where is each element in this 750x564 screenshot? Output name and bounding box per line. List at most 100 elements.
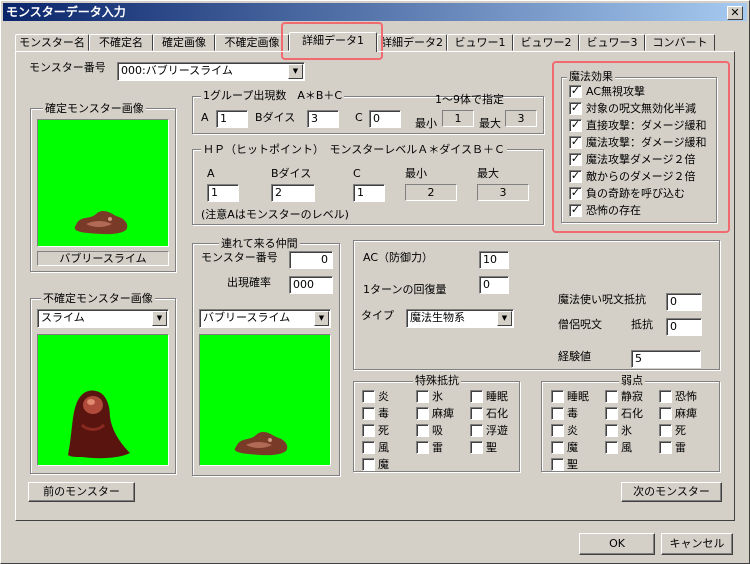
exp-input[interactable]: 5 bbox=[631, 350, 701, 368]
monster-number-label: モンスター番号 bbox=[29, 61, 106, 74]
hp-note: (注意Aはモンスターのレベル) bbox=[201, 208, 349, 221]
type-select[interactable]: 魔法生物系 ▼ bbox=[406, 309, 514, 328]
window-title: モンスターデータ入力 bbox=[6, 5, 126, 19]
weakness-checkbox[interactable] bbox=[659, 441, 672, 454]
weakness-checkbox[interactable] bbox=[551, 441, 564, 454]
companion-title: 連れて来る仲間 bbox=[219, 237, 300, 250]
weakness-label: 恐怖 bbox=[675, 390, 697, 403]
weakness-label: 炎 bbox=[567, 424, 578, 437]
prev-monster-button[interactable]: 前のモンスター bbox=[28, 482, 135, 502]
magic-effect-checkbox[interactable]: ✓ bbox=[569, 85, 582, 98]
tab-viewer-1[interactable]: ビュワー1 bbox=[447, 34, 513, 51]
exp-label: 経験値 bbox=[558, 350, 591, 363]
resistance-checkbox[interactable] bbox=[362, 424, 375, 437]
resistance-checkbox[interactable] bbox=[470, 424, 483, 437]
tab-viewer-3[interactable]: ビュワー3 bbox=[579, 34, 645, 51]
resistance-label: 毒 bbox=[378, 407, 389, 420]
hp-b-input[interactable]: 2 bbox=[271, 184, 315, 202]
uncertain-monster-image bbox=[37, 334, 169, 466]
magic-effect-checkbox[interactable]: ✓ bbox=[569, 187, 582, 200]
hp-c-label: C bbox=[353, 167, 361, 180]
hp-c-input[interactable]: 1 bbox=[353, 184, 385, 202]
weakness-checkbox[interactable] bbox=[605, 424, 618, 437]
priest-resist-input[interactable]: 0 bbox=[666, 318, 702, 336]
magic-effect-checkbox[interactable]: ✓ bbox=[569, 119, 582, 132]
magic-effect-checkbox[interactable]: ✓ bbox=[569, 204, 582, 217]
resistance-checkbox[interactable] bbox=[416, 407, 429, 420]
monster-data-window: モンスターデータ入力 ✕ モンスター名 不確定名 確定画像 不確定画像 詳細デー… bbox=[0, 0, 750, 564]
resistance-label: 石化 bbox=[486, 407, 508, 420]
bubble-slime-puddle-icon bbox=[74, 210, 128, 235]
companion-monster-select[interactable]: バブリースライム ▼ bbox=[199, 309, 331, 328]
group-b-input[interactable]: 3 bbox=[307, 110, 339, 128]
weakness-checkbox[interactable] bbox=[551, 458, 564, 471]
next-monster-button[interactable]: 次のモンスター bbox=[621, 482, 722, 502]
weakness-checkbox[interactable] bbox=[659, 407, 672, 420]
resistance-checkbox[interactable] bbox=[362, 390, 375, 403]
weakness-checkbox[interactable] bbox=[659, 390, 672, 403]
resistance-checkbox[interactable] bbox=[416, 441, 429, 454]
cancel-button[interactable]: キャンセル bbox=[661, 533, 733, 555]
weakness-checkbox[interactable] bbox=[605, 441, 618, 454]
magic-effect-checkbox[interactable]: ✓ bbox=[569, 153, 582, 166]
resistance-checkbox[interactable] bbox=[362, 458, 375, 471]
resistance-checkbox[interactable] bbox=[362, 407, 375, 420]
resistance-checkbox[interactable] bbox=[470, 407, 483, 420]
tab-monster-name[interactable]: モンスター名 bbox=[15, 34, 89, 51]
group-c-input[interactable]: 0 bbox=[369, 110, 401, 128]
companion-rate-input[interactable]: 000 bbox=[289, 276, 333, 294]
chevron-down-icon[interactable]: ▼ bbox=[152, 311, 167, 326]
chevron-down-icon[interactable]: ▼ bbox=[314, 311, 329, 326]
close-icon[interactable]: ✕ bbox=[727, 6, 743, 20]
slime-blob-icon bbox=[68, 390, 130, 459]
resistance-checkbox[interactable] bbox=[416, 424, 429, 437]
companion-number-input[interactable]: 0 bbox=[289, 251, 333, 269]
tab-confirmed-image[interactable]: 確定画像 bbox=[153, 34, 215, 51]
weakness-checkbox[interactable] bbox=[551, 424, 564, 437]
weakness-label: 雷 bbox=[675, 441, 686, 454]
weakness-checkbox[interactable] bbox=[605, 390, 618, 403]
weakness-checkbox[interactable] bbox=[659, 424, 672, 437]
weakness-checkbox[interactable] bbox=[605, 407, 618, 420]
companion-rate-label: 出現確率 bbox=[227, 276, 271, 289]
resistance-checkbox[interactable] bbox=[362, 441, 375, 454]
tab-detail-data-1[interactable]: 詳細データ1 bbox=[289, 32, 377, 52]
ac-input[interactable]: 10 bbox=[479, 251, 509, 269]
ok-button[interactable]: OK bbox=[579, 533, 655, 555]
tab-viewer-2[interactable]: ビュワー2 bbox=[513, 34, 579, 51]
confirmed-image-caption: バブリースライム bbox=[37, 251, 169, 266]
magic-effect-checkbox[interactable]: ✓ bbox=[569, 170, 582, 183]
group-a-input[interactable]: 1 bbox=[216, 110, 248, 128]
uncertain-image-value: スライム bbox=[41, 311, 85, 324]
chevron-down-icon[interactable]: ▼ bbox=[497, 311, 512, 326]
monster-number-select[interactable]: 000:バブリースライム ▼ bbox=[117, 62, 305, 81]
chevron-down-icon[interactable]: ▼ bbox=[288, 64, 303, 79]
weakness-label: 聖 bbox=[567, 458, 578, 471]
group-c-label: C bbox=[355, 111, 363, 124]
companion-number-label: モンスター番号 bbox=[201, 251, 278, 264]
resistance-label: 風 bbox=[378, 441, 389, 454]
magic-effect-label: 負の奇跡を呼び込む bbox=[586, 187, 685, 200]
magic-effect-checkbox[interactable]: ✓ bbox=[569, 136, 582, 149]
resistance-checkbox[interactable] bbox=[416, 390, 429, 403]
tab-uncertain-image[interactable]: 不確定画像 bbox=[215, 34, 289, 51]
tab-uncertain-name[interactable]: 不確定名 bbox=[89, 34, 153, 51]
resistances-title: 特殊抵抗 bbox=[413, 374, 461, 387]
tab-convert[interactable]: コンバート bbox=[645, 34, 715, 51]
hp-a-input[interactable]: 1 bbox=[207, 184, 239, 202]
regen-input[interactable]: 0 bbox=[479, 276, 509, 294]
hp-min-value: 2 bbox=[405, 184, 457, 201]
companion-monster-image bbox=[199, 334, 331, 466]
magic-effect-label: 魔法攻撃：ダメージ緩和 bbox=[586, 136, 707, 149]
group-min-label: 最小 bbox=[415, 117, 437, 130]
weakness-checkbox[interactable] bbox=[551, 407, 564, 420]
uncertain-image-select[interactable]: スライム ▼ bbox=[37, 309, 169, 328]
group-b-label: Bダイス bbox=[255, 111, 296, 124]
magic-effect-checkbox[interactable]: ✓ bbox=[569, 102, 582, 115]
weakness-checkbox[interactable] bbox=[551, 390, 564, 403]
group-max-value: 3 bbox=[505, 110, 537, 127]
mage-resist-input[interactable]: 0 bbox=[666, 293, 702, 311]
tab-detail-data-2[interactable]: 詳細データ2 bbox=[377, 34, 447, 51]
resistance-checkbox[interactable] bbox=[470, 441, 483, 454]
resistance-checkbox[interactable] bbox=[470, 390, 483, 403]
